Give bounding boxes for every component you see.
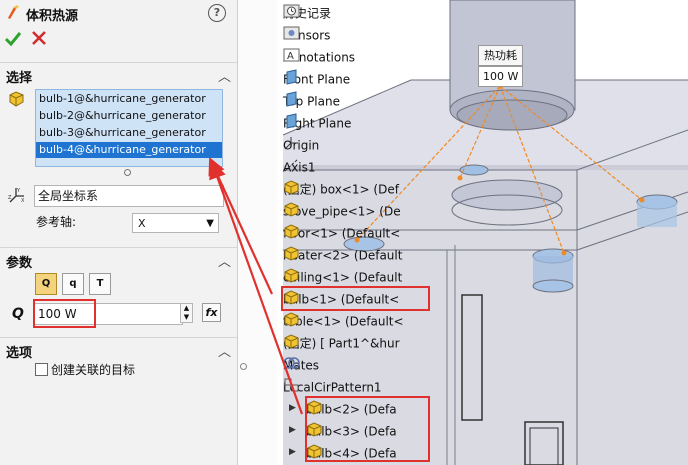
tree-item[interactable]: (固定) [ Part1^&hur <box>283 333 400 353</box>
tree-item[interactable]: heater<2> (Default <box>283 245 402 265</box>
tree-item[interactable]: table<1> (Default< <box>283 311 404 331</box>
chevron-up-icon[interactable]: ︿ <box>218 251 231 270</box>
tree-item[interactable]: (固定) box<1> (Def <box>283 179 399 199</box>
origin-icon <box>284 137 298 150</box>
tree-item[interactable]: ceiling<1> (Default <box>283 267 402 287</box>
coordinate-system-icon: Y X Z <box>8 188 25 204</box>
tree-item[interactable]: LocalCirPattern1 <box>283 377 382 397</box>
sensors-folder-icon <box>283 26 300 40</box>
create-target-checkbox[interactable] <box>35 363 48 376</box>
tree-item[interactable]: 历史记录 <box>283 3 331 23</box>
part-icon <box>284 180 299 195</box>
reference-axis-select[interactable]: X ▼ <box>132 213 219 233</box>
help-icon[interactable]: ? <box>208 4 226 22</box>
temperature-mode-icon[interactable]: T <box>89 273 111 295</box>
list-item-selected[interactable]: bulb-4@&hurricane_generator <box>36 142 222 158</box>
splitter-grip-icon[interactable] <box>240 363 247 370</box>
panel-splitter[interactable] <box>237 0 277 465</box>
cancel-x-icon[interactable] <box>31 30 47 46</box>
tree-item[interactable]: Origin <box>283 135 319 155</box>
ok-check-icon[interactable] <box>4 30 22 48</box>
list-item[interactable]: bulb-3@&hurricane_generator <box>36 125 222 141</box>
property-manager-header: 体积热源 ? <box>0 0 237 26</box>
tree-item[interactable]: Sensors <box>283 25 330 45</box>
property-manager: 体积热源 ? 选择 ︿ bulb-1@&hurricane_generator … <box>0 0 238 465</box>
part-icon <box>284 224 299 239</box>
coordinate-system-field[interactable]: 全局坐标系 <box>34 185 224 207</box>
part-icon <box>284 246 299 261</box>
svg-text:Y: Y <box>16 188 21 194</box>
bulb1-highlight <box>281 286 430 311</box>
tree-item-label: table<1> (Default< <box>283 314 404 329</box>
selection-section-header[interactable]: 选择 ︿ <box>0 62 237 86</box>
tree-item-label: heater<2> (Default <box>283 248 403 263</box>
parameters-section-header[interactable]: 参数 ︿ <box>0 247 237 271</box>
property-manager-title: 体积热源 <box>26 9 79 24</box>
selection-listbox[interactable]: bulb-1@&hurricane_generator bulb-2@&hurr… <box>35 89 223 167</box>
value-spinner[interactable]: ▲ ▼ <box>180 303 193 323</box>
annotations-icon: A <box>283 48 300 62</box>
heat-power-callout-value[interactable]: 100 W <box>478 66 523 87</box>
function-fx-button[interactable]: fx <box>202 303 221 322</box>
q-label: Q <box>12 306 24 322</box>
create-target-label: 创建关联的目标 <box>51 363 136 377</box>
tree-item[interactable]: A Annotations <box>283 47 355 67</box>
volume-heat-source-icon <box>8 5 19 19</box>
tree-item[interactable]: Right Plane <box>283 113 351 133</box>
parameters-section-title: 参数 <box>6 256 33 271</box>
chevron-up-icon[interactable]: ︿ <box>218 341 231 360</box>
part-icon <box>284 334 299 349</box>
svg-text:X: X <box>21 198 25 204</box>
tree-item[interactable]: Mates <box>283 355 319 375</box>
tree-item-label: (固定) [ Part1^&hur <box>283 336 400 351</box>
selection-section-title: 选择 <box>6 71 33 86</box>
list-item[interactable]: bulb-1@&hurricane_generator <box>36 91 222 107</box>
q-field-highlight <box>33 299 96 328</box>
heat-power-mode-icon[interactable]: Q <box>35 273 57 295</box>
options-section-title: 选项 <box>6 346 33 361</box>
options-section-header[interactable]: 选项 ︿ <box>0 337 237 361</box>
reference-axis-value: X <box>138 217 146 230</box>
expand-arrow-icon[interactable]: ▶ <box>289 403 296 413</box>
reference-axis-label: 参考轴: <box>36 215 77 229</box>
plane-icon <box>286 113 297 129</box>
svg-text:Z: Z <box>8 195 12 201</box>
chevron-up-icon[interactable]: ︿ <box>218 66 231 85</box>
component-selection-icon <box>9 91 24 107</box>
list-resize-grip-icon[interactable] <box>124 169 131 176</box>
list-item[interactable]: bulb-2@&hurricane_generator <box>36 108 222 124</box>
tree-item-label: floor<1> (Default< <box>283 226 401 241</box>
tree-item[interactable]: Top Plane <box>283 91 340 111</box>
heat-generation-rate-icon[interactable]: q <box>62 273 84 295</box>
tree-item-label: stove_pipe<1> (De <box>283 204 401 219</box>
heat-power-callout-label: 热功耗 <box>478 45 523 66</box>
plane-icon <box>286 91 297 107</box>
chevron-down-icon: ▼ <box>206 218 214 229</box>
plane-icon <box>286 69 297 85</box>
tree-item-label: ceiling<1> (Default <box>283 270 403 285</box>
tree-item[interactable]: Axis1 <box>283 157 316 177</box>
mates-icon <box>283 357 300 369</box>
svg-text:A: A <box>287 51 294 62</box>
part-icon <box>284 202 299 217</box>
tree-item[interactable]: stove_pipe<1> (De <box>283 201 401 221</box>
pattern-icon <box>284 378 299 392</box>
tree-item[interactable]: floor<1> (Default< <box>283 223 400 243</box>
part-icon <box>284 312 299 327</box>
tree-item[interactable]: Front Plane <box>283 69 350 89</box>
expand-arrow-icon[interactable]: ▶ <box>289 447 296 457</box>
pattern-bulbs-highlight <box>305 396 430 462</box>
axis-icon <box>284 158 299 172</box>
expand-arrow-icon[interactable]: ▶ <box>289 425 296 435</box>
tree-item-label: (固定) box<1> (Def <box>283 182 399 197</box>
history-folder-icon <box>283 4 300 18</box>
part-icon <box>284 268 299 283</box>
